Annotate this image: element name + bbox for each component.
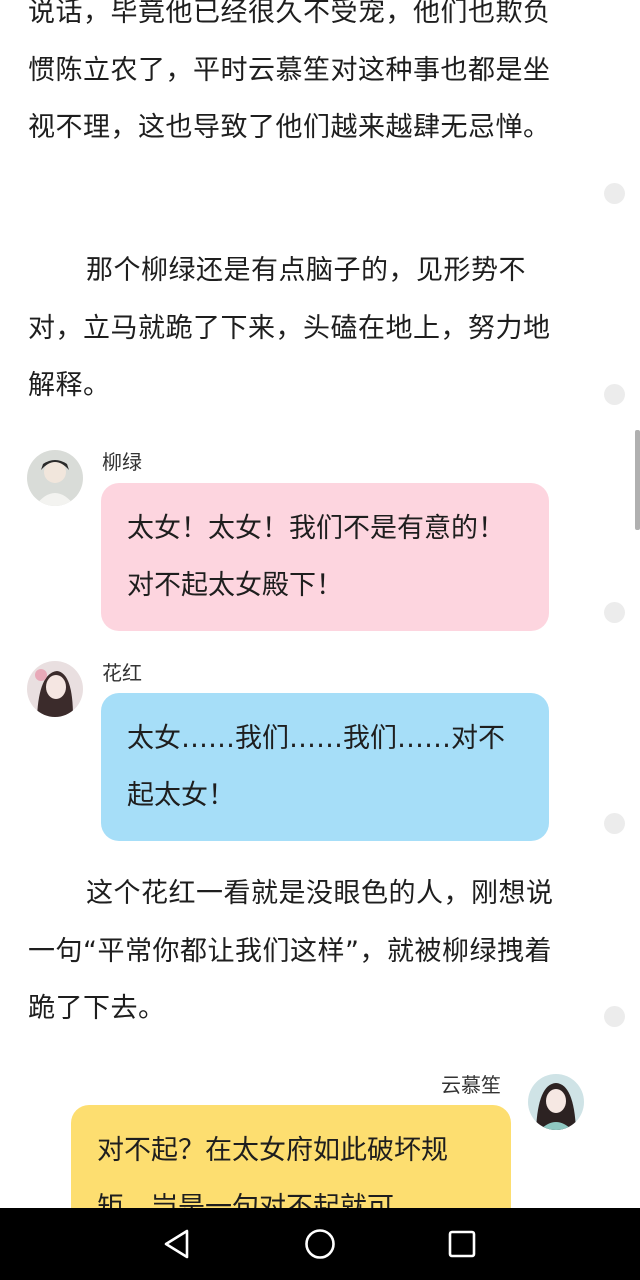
reader-content[interactable]: 说话，毕竟他已经很久不受宠，他们也欺负惯陈立农了，平时云慕笙对这种事也都是坐视不… bbox=[0, 0, 640, 1208]
triangle-back-icon[interactable] bbox=[160, 1226, 196, 1262]
avatar-huahong[interactable] bbox=[27, 661, 83, 717]
system-navigation-bar bbox=[0, 1208, 640, 1280]
avatar-yunmusheng[interactable] bbox=[528, 1074, 584, 1130]
speaker-name: 花红 bbox=[102, 661, 142, 685]
story-paragraph: 那个柳绿还是有点脑子的，见形势不对，立马就跪了下来，头磕在地上，努力地解释。 bbox=[28, 255, 551, 401]
paragraph-comment-dot[interactable] bbox=[604, 1006, 625, 1027]
speaker-name: 柳绿 bbox=[102, 450, 142, 474]
chat-bubble: 太女……我们……我们……对不起太女！ bbox=[101, 693, 549, 841]
paragraph-comment-dot[interactable] bbox=[604, 602, 625, 623]
story-paragraph: 这个花红一看就是没眼色的人，刚想说一句“平常你都让我们这样”，就被柳绿拽着跪了下… bbox=[28, 878, 554, 1024]
chat-bubble: 太女！太女！我们不是有意的！对不起太女殿下！ bbox=[101, 483, 549, 631]
paragraph-comment-dot[interactable] bbox=[604, 813, 625, 834]
avatar-liulv[interactable] bbox=[27, 450, 83, 506]
chat-bubble: 对不起？在太女府如此破坏规矩，岂是一句对不起就可 bbox=[71, 1105, 511, 1208]
story-paragraph: 说话，毕竟他已经很久不受宠，他们也欺负惯陈立农了，平时云慕笙对这种事也都是坐视不… bbox=[28, 0, 551, 143]
circle-home-icon[interactable] bbox=[302, 1226, 338, 1262]
paragraph-comment-dot[interactable] bbox=[604, 384, 625, 405]
paragraph-comment-dot[interactable] bbox=[604, 183, 625, 204]
scrollbar[interactable] bbox=[635, 430, 640, 530]
speaker-name: 云慕笙 bbox=[441, 1073, 501, 1097]
square-recents-icon[interactable] bbox=[444, 1226, 480, 1262]
